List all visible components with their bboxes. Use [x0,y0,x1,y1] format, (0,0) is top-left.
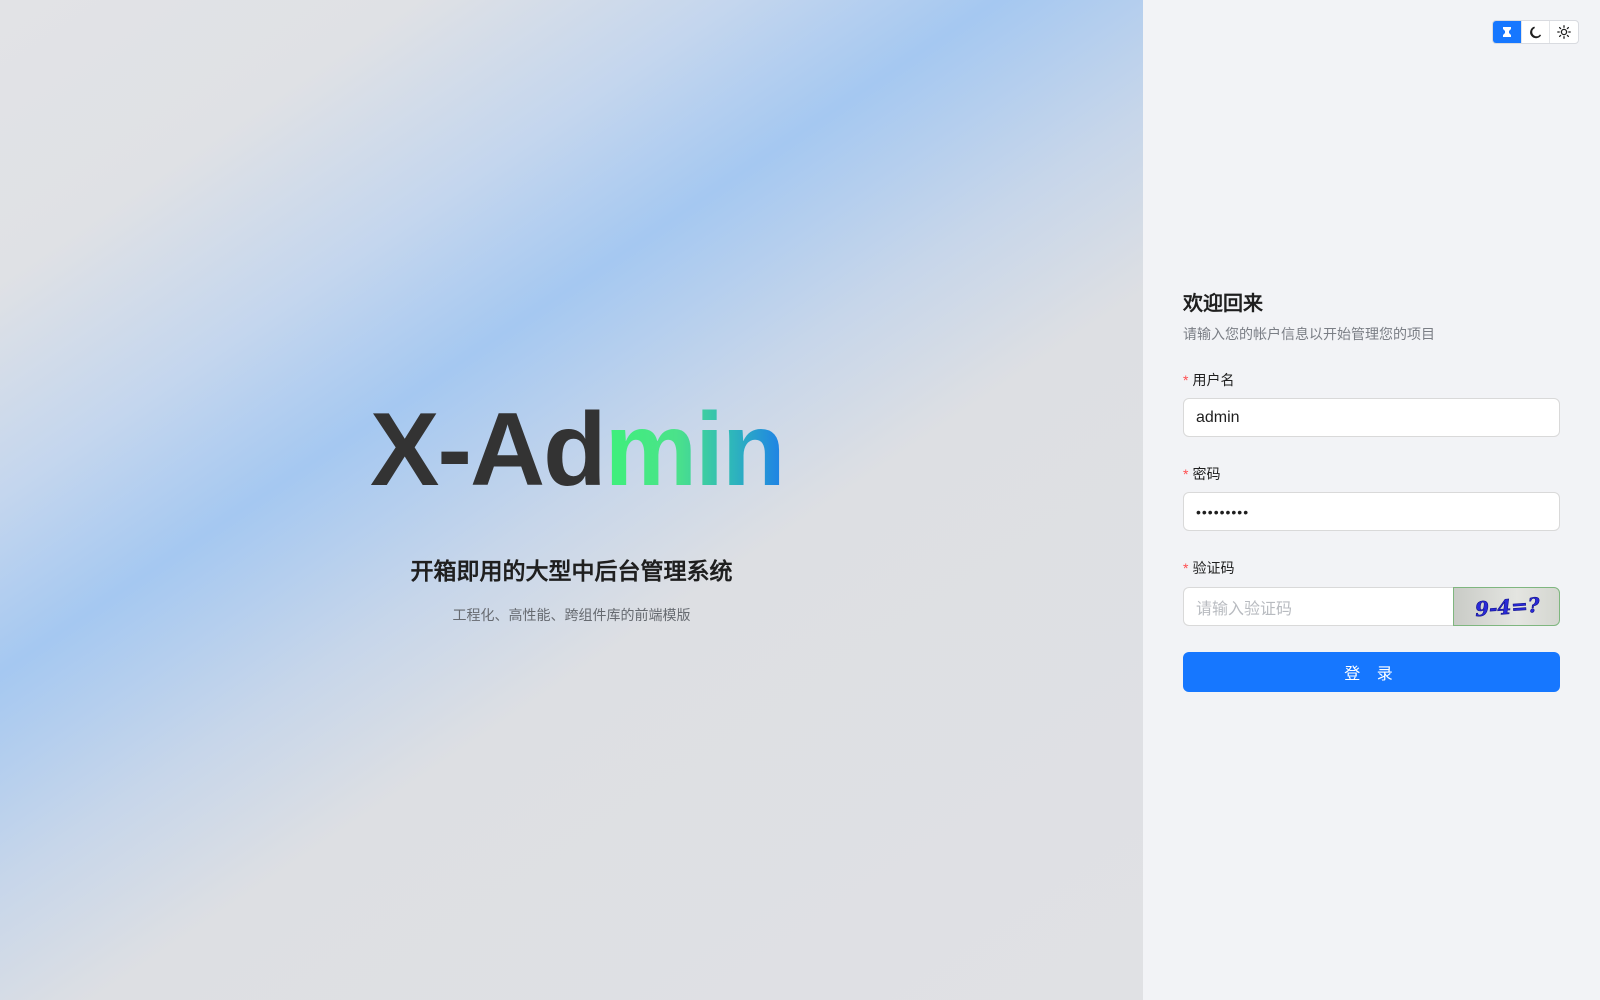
captcha-graphic: 9-4=? [1473,594,1540,620]
required-mark: * [1183,560,1189,576]
password-input[interactable]: ••••••••• [1183,492,1560,531]
captcha-placeholder: 请输入验证码 [1196,600,1293,618]
captcha-row: 请输入验证码 9-4=? [1183,587,1560,626]
captcha-label: * 验证码 [1183,558,1234,578]
theme-switch[interactable] [1492,20,1579,44]
password-value: ••••••••• [1196,503,1250,520]
logo-text-gradient: min [604,392,786,508]
system-icon [1502,27,1511,37]
hero-subtitle: 工程化、高性能、跨组件库的前端模版 [452,607,691,623]
password-label: * 密码 [1183,464,1220,484]
captcha-text: 9-4=? [1474,594,1540,620]
username-label-text: 用户名 [1192,372,1235,388]
welcome-subheading: 请输入您的帐户信息以开始管理您的项目 [1183,326,1435,342]
required-mark: * [1183,372,1189,388]
hero-title: 开箱即用的大型中后台管理系统 [410,558,733,584]
theme-system-button[interactable] [1493,21,1522,43]
login-button[interactable]: 登 录 [1183,652,1560,692]
captcha-image[interactable]: 9-4=? [1453,587,1560,626]
welcome-heading: 欢迎回来 [1183,293,1263,315]
theme-light-button[interactable] [1550,21,1578,43]
required-mark: * [1183,466,1189,482]
logo-text-dark: X-Ad [370,392,607,508]
username-input[interactable]: admin [1183,398,1560,437]
captcha-label-text: 验证码 [1192,560,1235,576]
moon-icon [1529,26,1541,39]
password-label-text: 密码 [1192,466,1221,482]
username-label: * 用户名 [1183,370,1234,390]
theme-dark-button[interactable] [1522,21,1551,43]
sun-icon [1557,25,1572,39]
hero-banner: X-Admin 开箱即用的大型中后台管理系统 工程化、高性能、跨组件库的前端模版 [0,0,1143,1000]
app-logo: X-Admin [370,398,786,502]
captcha-input[interactable]: 请输入验证码 [1183,587,1453,626]
username-value: admin [1196,408,1240,426]
